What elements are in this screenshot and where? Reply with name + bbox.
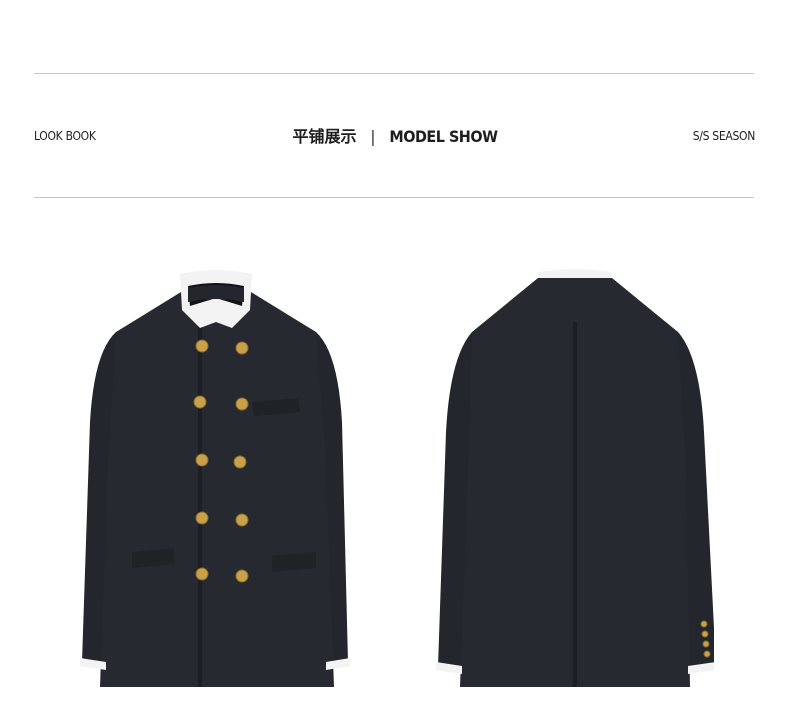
- section-title-cn: 平铺展示: [292, 127, 357, 146]
- bottom-divider: [34, 197, 754, 198]
- title-separator: |: [370, 127, 376, 146]
- jacket-back-image: [434, 262, 714, 702]
- section-title-en: MODEL SHOW: [389, 127, 498, 146]
- section-title: 平铺展示 | MODEL SHOW: [0, 126, 790, 148]
- season-label: S/S SEASON: [692, 129, 756, 143]
- jacket-front-image: [76, 262, 356, 702]
- top-divider: [34, 73, 754, 74]
